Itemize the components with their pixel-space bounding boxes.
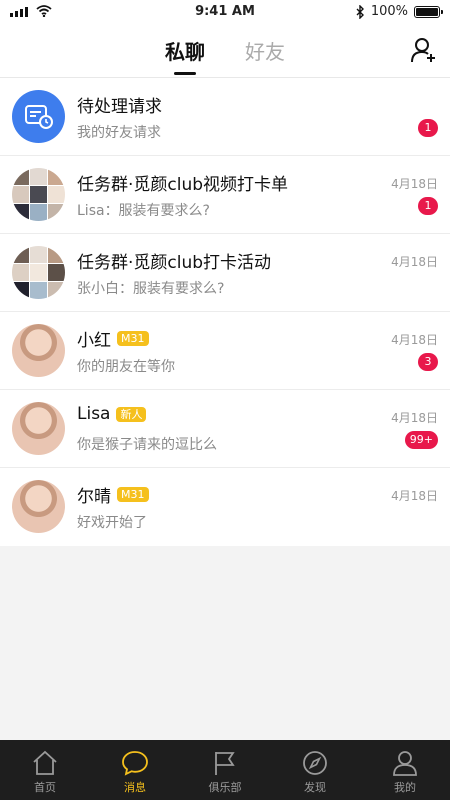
conversation-date: 4月18日 <box>391 333 438 347</box>
unread-badge: 99+ <box>404 431 438 449</box>
list-item-pending-requests[interactable]: 待处理请求 我的好友请求 1 <box>0 78 450 156</box>
unread-badge: 1 <box>418 119 438 137</box>
group-avatar <box>12 246 65 299</box>
bottom-tabbar: 首页 消息 俱乐部 发现 我的 <box>0 740 450 800</box>
avatar <box>12 480 65 533</box>
tab-private-chat[interactable]: 私聊 <box>165 36 205 65</box>
conversation-list: 待处理请求 我的好友请求 1 任务群·觅颜club视频打卡单 Lisa：服装有要… <box>0 78 450 546</box>
status-right: 100% <box>355 4 443 19</box>
conversation-preview: 张小白：服装有要求么? <box>77 281 225 297</box>
conversation-date: 4月18日 <box>391 177 438 191</box>
conversation-title: 尔晴 <box>77 487 111 507</box>
conversation-preview: 你的朋友在等你 <box>77 359 175 375</box>
conversation-title: Lisa <box>77 404 111 424</box>
list-item-group-activity[interactable]: 任务群·觅颜club打卡活动 张小白：服装有要求么? 4月18日 <box>0 234 450 312</box>
avatar <box>12 324 65 377</box>
compass-icon <box>303 751 327 775</box>
level-tag: M31 <box>117 487 149 502</box>
conversation-preview: 你是猴子请来的逗比么 <box>77 437 217 453</box>
header-tabs: 私聊 好友 <box>0 36 450 65</box>
conversation-title: 小红 <box>77 331 111 351</box>
avatar <box>12 402 65 455</box>
conversation-date: 4月18日 <box>391 489 438 503</box>
tab-label: 俱乐部 <box>208 781 242 794</box>
tab-label: 消息 <box>124 781 146 794</box>
conversation-preview: Lisa：服装有要求么? <box>77 203 210 219</box>
tab-me[interactable]: 我的 <box>360 740 450 800</box>
newcomer-tag: 新人 <box>116 406 147 422</box>
unread-badge: 1 <box>418 197 438 215</box>
conversation-date: 4月18日 <box>391 255 438 269</box>
list-item-xiaohong[interactable]: 小红 M31 你的朋友在等你 4月18日 3 <box>0 312 450 390</box>
conversation-preview: 我的好友请求 <box>77 125 161 141</box>
person-icon <box>393 751 417 776</box>
conversation-date: 4月18日 <box>391 411 438 425</box>
status-bar: 9:41 AM 100% <box>0 0 450 24</box>
battery-fill <box>416 7 438 16</box>
conversation-title: 待处理请求 <box>77 97 162 117</box>
tab-label: 发现 <box>304 781 326 794</box>
tab-club[interactable]: 俱乐部 <box>180 740 270 800</box>
home-icon <box>33 750 57 775</box>
conversation-title: 任务群·觅颜club打卡活动 <box>77 253 272 273</box>
list-item-erqing[interactable]: 尔晴 M31 好戏开始了 4月18日 <box>0 468 450 546</box>
tab-label: 首页 <box>34 781 56 794</box>
battery-icon <box>414 5 443 18</box>
request-icon <box>12 90 65 143</box>
flag-icon <box>215 752 235 775</box>
tab-home[interactable]: 首页 <box>0 740 90 800</box>
nav-header: 私聊 好友 <box>0 24 450 78</box>
group-avatar <box>12 168 65 221</box>
list-item-lisa[interactable]: Lisa 新人 你是猴子请来的逗比么 4月18日 99+ <box>0 390 450 468</box>
tab-discover[interactable]: 发现 <box>270 740 360 800</box>
bluetooth-icon <box>356 4 364 19</box>
list-item-group-video[interactable]: 任务群·觅颜club视频打卡单 Lisa：服装有要求么? 4月18日 1 <box>0 156 450 234</box>
battery-percent: 100% <box>370 4 408 19</box>
tab-label: 我的 <box>394 781 416 794</box>
add-friend-icon[interactable] <box>410 36 438 64</box>
tab-friends[interactable]: 好友 <box>245 36 285 65</box>
level-tag: M31 <box>117 331 149 346</box>
conversation-preview: 好戏开始了 <box>77 515 147 531</box>
tab-messages[interactable]: 消息 <box>90 740 180 800</box>
chat-bubble-icon <box>122 751 148 776</box>
unread-badge: 3 <box>418 353 438 371</box>
conversation-title: 任务群·觅颜club视频打卡单 <box>77 175 289 195</box>
